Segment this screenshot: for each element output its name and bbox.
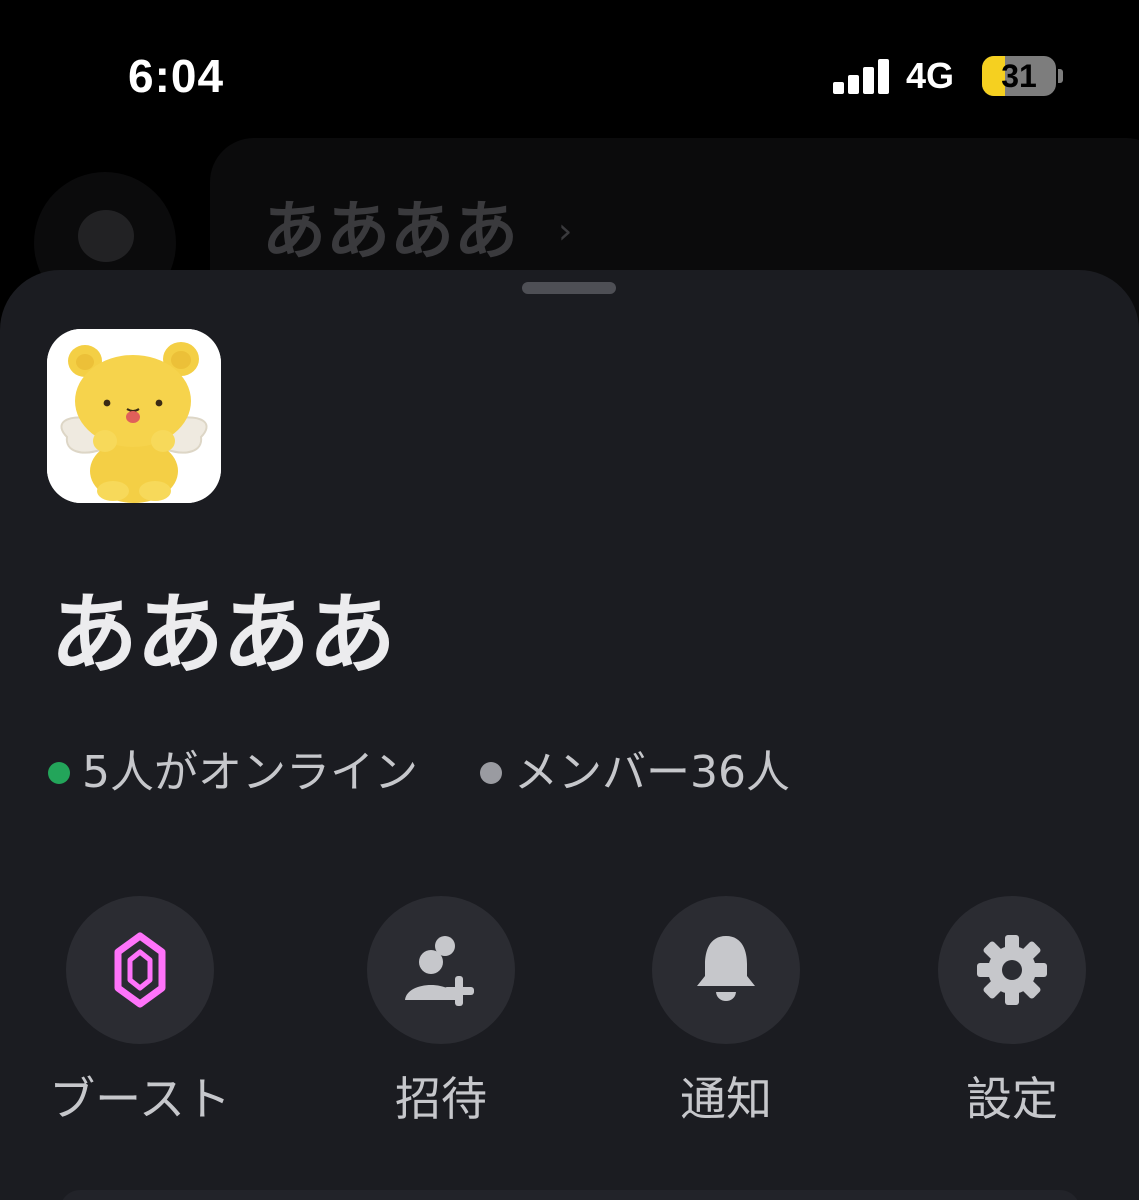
boost-button-label[interactable]: ブースト <box>20 1070 260 1128</box>
invite-button[interactable] <box>367 896 515 1044</box>
background-chevron-icon: › <box>558 211 573 252</box>
battery-percent: 31 <box>1001 58 1037 94</box>
signal-icon <box>833 58 891 94</box>
bell-icon <box>697 936 755 1001</box>
kero-plush-bear-image <box>47 329 221 503</box>
members-status-dot <box>480 762 502 784</box>
battery-terminal <box>1058 69 1063 83</box>
network-type: 4G <box>906 55 955 96</box>
notifications-button[interactable] <box>652 896 800 1044</box>
invite-button-label[interactable]: 招待 <box>321 1070 561 1128</box>
battery-icon: 31 <box>982 56 1056 96</box>
status-time: 6:04 <box>128 50 225 102</box>
background-channel-title: ああああ <box>262 195 518 269</box>
online-status-dot <box>48 762 70 784</box>
gear-icon <box>977 935 1047 1005</box>
background-avatar-icon <box>78 210 134 262</box>
server-name: ああああ <box>50 583 396 686</box>
online-count: 5人がオンライン <box>82 747 418 798</box>
member-count: メンバー36人 <box>514 747 790 798</box>
settings-button-label[interactable]: 設定 <box>892 1070 1132 1128</box>
settings-button[interactable] <box>938 896 1086 1044</box>
boost-button[interactable] <box>66 896 214 1044</box>
sheet-grabber-handle[interactable] <box>522 282 616 294</box>
server-icon[interactable] <box>47 329 221 503</box>
screen: ああああ › 6:04 4G 31 ああああ 5人がオンライン メンバー36人 … <box>0 0 1139 1200</box>
next-section-card <box>60 1190 1080 1200</box>
notifications-button-label[interactable]: 通知 <box>606 1070 846 1128</box>
invite-user-icon <box>405 936 474 1006</box>
boost-gem-icon <box>114 932 166 1008</box>
